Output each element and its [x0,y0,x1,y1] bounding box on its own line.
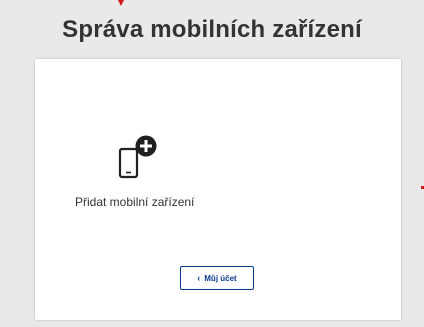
chevron-left-icon: ‹ [197,273,201,283]
mobile-add-icon [118,135,157,179]
add-device-tile[interactable]: Přidat mobilní zařízení [75,135,255,215]
red-marker-arrow [118,0,124,6]
page-title: Správa mobilních zařízení [62,16,362,43]
my-account-button[interactable]: ‹ Můj účet [180,266,254,290]
add-device-label: Přidat mobilní zařízení [75,195,195,209]
device-management-card: Přidat mobilní zařízení ‹ Můj účet [35,59,401,320]
my-account-button-label: Můj účet [204,273,237,283]
